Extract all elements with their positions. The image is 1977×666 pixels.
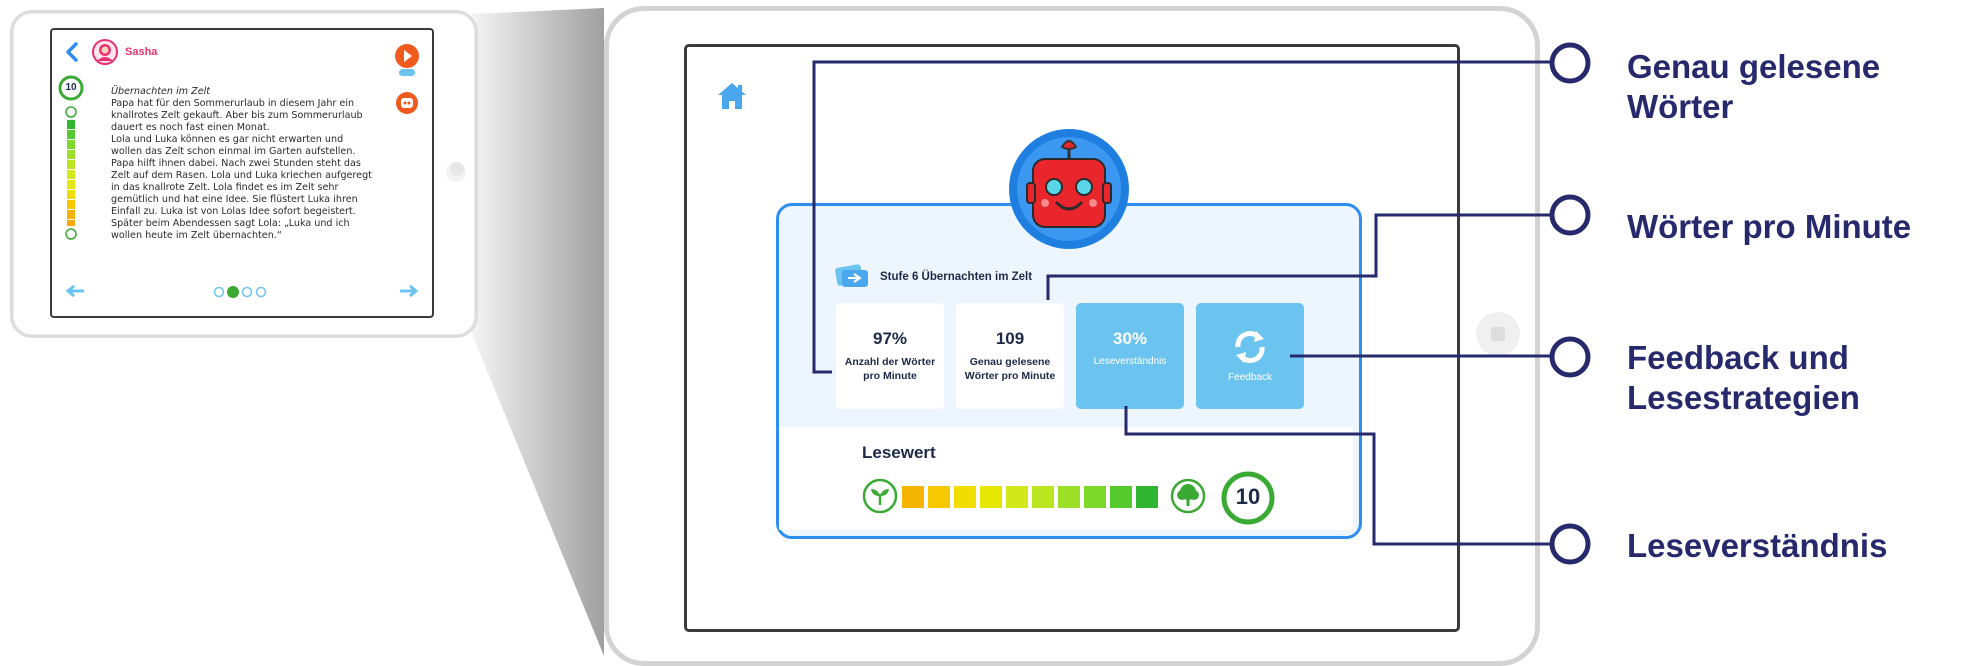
callout-marker [1549,194,1591,236]
callout-marker [1549,42,1591,84]
figure-canvas: Sasha 10 Übernachten im Zelt Papa hat fü… [0,0,1977,666]
callout-line-2 [1046,213,1551,300]
callout-label-wpm: Wörter pro Minute [1627,208,1912,245]
callout-marker [1549,336,1591,378]
callout-line-4 [1124,406,1551,546]
callout-label-comprehension: Leseverständnis [1627,527,1888,564]
callout-marker [1549,523,1591,565]
callout-label-accuracy: Genau gelesene Wörter [1627,48,1881,125]
callout-line-1 [812,60,1551,374]
callout-label-feedback: Feedback und Lesestrategien [1627,339,1860,416]
